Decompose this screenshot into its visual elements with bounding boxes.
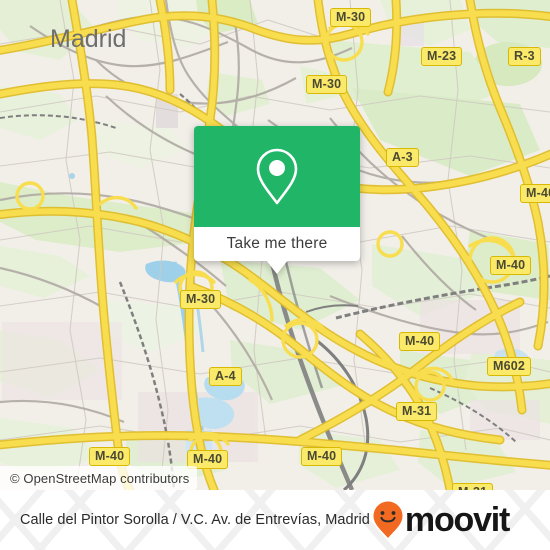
- popup-pointer-triangle: [266, 260, 288, 274]
- road-shield: M-23: [421, 47, 463, 66]
- map-city-label: Madrid: [50, 25, 126, 53]
- road-shield: R-3: [508, 47, 541, 66]
- road-shield: M-31: [452, 483, 494, 490]
- footer-content: Calle del Pintor Sorolla / V.C. Av. de E…: [0, 490, 550, 550]
- moovit-map-screenshot: Madrid M-30 M-23 R-3 M-30 A-3 M-40 M-40 M-30 A-4…: [0, 0, 550, 550]
- moovit-logo[interactable]: moovit: [372, 500, 510, 540]
- location-pin-outline-icon: [256, 148, 298, 204]
- location-popup-card[interactable]: Take me there: [194, 126, 360, 274]
- footer-bar: Calle del Pintor Sorolla / V.C. Av. de E…: [0, 490, 550, 550]
- road-shield: M-40: [490, 256, 532, 275]
- road-shield: M-40: [89, 447, 131, 466]
- moovit-wordmark: moovit: [404, 501, 510, 539]
- road-shield: M-30: [306, 75, 348, 94]
- place-name-label: Calle del Pintor Sorolla / V.C. Av. de E…: [20, 512, 370, 528]
- popup-footer[interactable]: Take me there: [194, 227, 360, 261]
- road-shield: A-4: [209, 367, 242, 386]
- map-canvas[interactable]: Madrid M-30 M-23 R-3 M-30 A-3 M-40 M-40 M-30 A-4…: [0, 0, 550, 490]
- moovit-pin-icon: [373, 501, 403, 538]
- attribution-text: © OpenStreetMap contributors: [10, 470, 190, 486]
- road-shield: M-31: [396, 402, 438, 421]
- road-shield: M-40: [399, 332, 441, 351]
- popup-header: [194, 126, 360, 227]
- road-shield: M-40: [520, 184, 550, 203]
- road-shield: M-30: [330, 8, 372, 27]
- road-shield: M602: [487, 357, 532, 376]
- road-shield: M-30: [180, 290, 222, 309]
- map-attribution: © OpenStreetMap contributors: [0, 466, 198, 490]
- take-me-there-label: Take me there: [226, 235, 328, 252]
- road-shield: A-3: [386, 148, 419, 167]
- road-shield: M-40: [301, 447, 343, 466]
